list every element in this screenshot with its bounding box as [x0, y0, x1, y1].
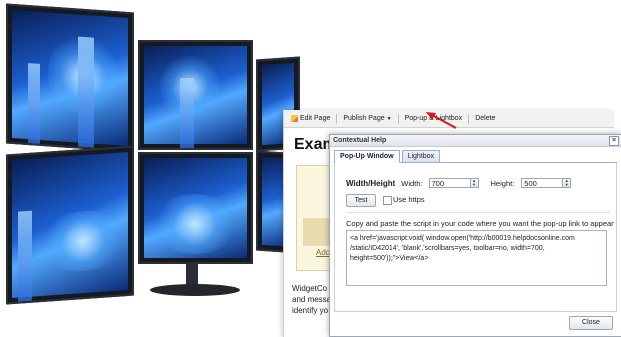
size-row: Width/Height Width: 700 ▲ ▼ Height: 500 ▲… [346, 178, 572, 188]
width-label: Width: [401, 178, 423, 188]
dialog-title: Contextual Help [333, 137, 387, 144]
dialog-header: Contextual Help × [330, 135, 621, 147]
delete-button[interactable]: Delete [472, 114, 498, 123]
divider [346, 212, 610, 213]
monitor-screen [6, 145, 134, 305]
spin-down-icon: ▼ [564, 182, 569, 187]
embed-code-textarea[interactable]: <a href='javascript:void( window.open('h… [346, 230, 607, 286]
toolbar-divider [336, 113, 338, 124]
edit-page-button[interactable]: Edit Page [288, 114, 333, 123]
width-input[interactable]: 700 [428, 178, 471, 188]
monitor-wall-illustration [0, 0, 300, 337]
dialog-tabs: Pop-Up Window Lightbox [334, 150, 617, 163]
width-stepper[interactable]: ▲ ▼ [470, 178, 479, 188]
monitor-stand-base [150, 284, 240, 296]
width-height-label: Width/Height [346, 178, 396, 188]
monitor-screen [6, 3, 134, 153]
monitor-screen [138, 40, 253, 150]
close-button[interactable]: Close [569, 316, 613, 330]
instructions-text: Copy and paste the script in your code w… [346, 219, 614, 228]
height-stepper[interactable]: ▲ ▼ [563, 178, 572, 188]
caret-down-icon: ▼ [386, 115, 392, 122]
height-input[interactable]: 500 [521, 178, 564, 188]
popup-window-panel: Width/Height Width: 700 ▲ ▼ Height: 500 ▲… [334, 163, 617, 312]
callout-arrow-icon [426, 112, 457, 129]
contextual-help-dialog: Contextual Help × Pop-Up Window Lightbox… [329, 134, 621, 337]
publish-page-button[interactable]: Publish Page ▼ [340, 114, 394, 123]
height-label: Height: [490, 178, 515, 188]
use-https-checkbox[interactable] [383, 196, 392, 205]
tab-lightbox[interactable]: Lightbox [401, 150, 441, 162]
page-body-text: WidgetCo and messa identify yo [292, 284, 332, 315]
tab-popup-window[interactable]: Pop-Up Window [334, 150, 400, 163]
use-https-label: Use https [393, 195, 425, 204]
toolbar-divider [468, 113, 470, 124]
toolbar-divider [397, 113, 399, 124]
pencil-icon [291, 115, 298, 122]
spin-down-icon: ▼ [472, 182, 476, 187]
close-icon[interactable]: × [609, 136, 619, 146]
monitor-screen [138, 152, 253, 264]
test-button[interactable]: Test [346, 194, 376, 207]
